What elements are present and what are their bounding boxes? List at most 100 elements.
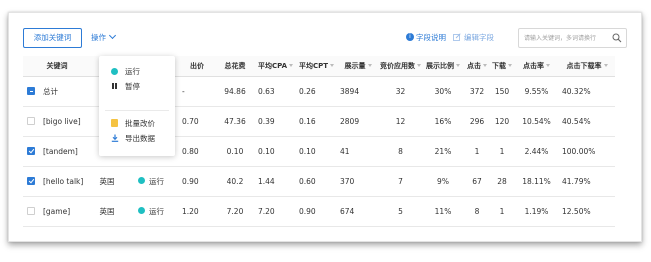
sort-icon[interactable] bbox=[289, 64, 294, 68]
sort-icon[interactable] bbox=[367, 64, 372, 68]
run-icon bbox=[110, 66, 119, 78]
field-help-link[interactable]: i 字段说明 bbox=[406, 28, 446, 48]
bid-cell: - bbox=[179, 76, 215, 107]
apps-cell: 7 bbox=[379, 166, 422, 197]
downloads-cell: 1 bbox=[490, 136, 514, 167]
cvr-cell: 12.50% bbox=[559, 196, 615, 227]
col-avg-cpt-label: 平均CPT bbox=[298, 61, 329, 70]
row-checkbox[interactable] bbox=[27, 176, 35, 185]
col-apps[interactable]: 竞价应用数 bbox=[379, 56, 422, 77]
col-bid[interactable]: 出价 bbox=[179, 56, 215, 77]
search-input[interactable] bbox=[519, 29, 611, 47]
avg-cpa-cell: 0.10 bbox=[255, 136, 296, 167]
total-spend-cell: 47.36 bbox=[215, 106, 255, 137]
col-share[interactable]: 展示比例 bbox=[422, 56, 464, 77]
edit-icon bbox=[453, 33, 461, 41]
clicks-cell: 296 bbox=[464, 106, 490, 137]
impressions-cell: 2809 bbox=[337, 106, 379, 137]
impressions-cell: 674 bbox=[337, 196, 379, 227]
download-icon bbox=[110, 133, 119, 145]
chevron-down-icon bbox=[108, 31, 117, 40]
impressions-cell: 3894 bbox=[337, 76, 379, 107]
pause-icon bbox=[110, 81, 119, 93]
sort-icon[interactable] bbox=[483, 64, 487, 68]
impressions-cell: 41 bbox=[337, 136, 379, 167]
col-avg-cpt[interactable]: 平均CPT bbox=[296, 56, 337, 77]
col-total-spend[interactable]: 总花费 bbox=[215, 56, 255, 77]
edit-fields-link[interactable]: 编辑字段 bbox=[453, 28, 494, 48]
col-clicks[interactable]: 点击 bbox=[464, 56, 490, 77]
col-apps-label: 竞价应用数 bbox=[380, 61, 415, 70]
downloads-cell: 28 bbox=[490, 166, 514, 197]
menu-item-export[interactable]: 导出数据 bbox=[110, 133, 155, 145]
sort-icon[interactable] bbox=[456, 64, 460, 68]
menu-divider bbox=[105, 110, 169, 111]
col-share-label: 展示比例 bbox=[426, 61, 454, 70]
avg-cpt-cell: 0.16 bbox=[296, 106, 337, 137]
keyword-search bbox=[518, 28, 627, 48]
col-total-spend-label: 总花费 bbox=[224, 61, 246, 70]
col-downloads-label: 下载 bbox=[492, 61, 506, 70]
sort-icon[interactable] bbox=[330, 64, 335, 68]
menu-item-run[interactable]: 运行 bbox=[110, 66, 140, 78]
downloads-cell: 1 bbox=[490, 196, 514, 227]
country-cell: 英国 bbox=[91, 196, 123, 227]
keyword-panel: 添加关键词 操作 i字段说明 编辑字段 关键词 国家 状态 出价 bbox=[8, 12, 642, 242]
apps-cell: 12 bbox=[379, 106, 422, 137]
sort-icon[interactable] bbox=[417, 64, 421, 68]
operation-label: 操作 bbox=[91, 33, 106, 42]
avg-cpa-cell: 1.44 bbox=[255, 166, 296, 197]
avg-cpt-cell: 0.90 bbox=[296, 196, 337, 227]
search-icon[interactable] bbox=[612, 33, 622, 43]
menu-item-batch-price[interactable]: 批量改价 bbox=[110, 118, 155, 130]
menu-item-pause[interactable]: 暂停 bbox=[110, 81, 140, 93]
country-cell: 英国 bbox=[91, 166, 123, 197]
menu-item-pause-label: 暂停 bbox=[125, 82, 140, 91]
col-cvr-label: 点击下载率 bbox=[566, 61, 602, 70]
share-cell: 16% bbox=[422, 106, 464, 137]
col-downloads[interactable]: 下载 bbox=[490, 56, 514, 77]
row-checkbox[interactable] bbox=[27, 146, 35, 155]
edit-fields-label: 编辑字段 bbox=[464, 33, 494, 42]
ctr-cell: 9.55% bbox=[514, 76, 559, 107]
sort-icon[interactable] bbox=[508, 64, 512, 68]
apps-cell: 8 bbox=[379, 136, 422, 167]
col-avg-cpa-label: 平均CPA bbox=[257, 61, 288, 70]
row-checkbox[interactable] bbox=[27, 206, 35, 215]
col-avg-cpa[interactable]: 平均CPA bbox=[255, 56, 296, 77]
avg-cpt-cell: 0.26 bbox=[296, 76, 337, 107]
total-spend-cell: 0.10 bbox=[215, 136, 255, 167]
keyword-text: [tandem] bbox=[43, 146, 78, 156]
avg-cpt-cell: 0.60 bbox=[296, 166, 337, 197]
operation-dropdown: 运行 暂停 批量改价 导出数据 bbox=[99, 56, 175, 156]
col-ctr-label: 点击率 bbox=[523, 61, 544, 70]
keyword-cell: 总计 bbox=[23, 76, 91, 107]
select-all-checkbox[interactable] bbox=[27, 86, 35, 95]
sort-icon[interactable] bbox=[603, 64, 608, 68]
bid-cell: 1.20 bbox=[179, 196, 215, 227]
bid-cell: 0.80 bbox=[179, 136, 215, 167]
table-row: [game] 英国 运行 1.20 7.20 7.20 0.90 674 5 1… bbox=[23, 196, 615, 227]
status-text: 运行 bbox=[149, 176, 164, 186]
col-impressions-label: 展示量 bbox=[344, 61, 366, 70]
operation-menu-button[interactable]: 操作 bbox=[91, 28, 117, 48]
sort-icon[interactable] bbox=[546, 64, 550, 68]
keyword-cell: [tandem] bbox=[23, 136, 91, 167]
keyword-text: [game] bbox=[43, 206, 71, 216]
row-checkbox[interactable] bbox=[27, 116, 35, 125]
total-spend-cell: 7.20 bbox=[215, 196, 255, 227]
col-bid-label: 出价 bbox=[190, 61, 204, 70]
col-cvr[interactable]: 点击下载率 bbox=[559, 56, 615, 77]
col-ctr[interactable]: 点击率 bbox=[514, 56, 559, 77]
impressions-cell: 370 bbox=[337, 166, 379, 197]
clicks-cell: 372 bbox=[464, 76, 490, 107]
downloads-cell: 120 bbox=[490, 106, 514, 137]
add-keyword-button[interactable]: 添加关键词 bbox=[23, 28, 82, 48]
status-text: 运行 bbox=[149, 206, 164, 216]
col-keyword[interactable]: 关键词 bbox=[23, 56, 91, 77]
total-spend-cell: 94.86 bbox=[215, 76, 255, 107]
bid-cell: 0.70 bbox=[179, 106, 215, 137]
clicks-cell: 67 bbox=[464, 166, 490, 197]
col-impressions[interactable]: 展示量 bbox=[337, 56, 379, 77]
avg-cpt-cell: 0.10 bbox=[296, 136, 337, 167]
